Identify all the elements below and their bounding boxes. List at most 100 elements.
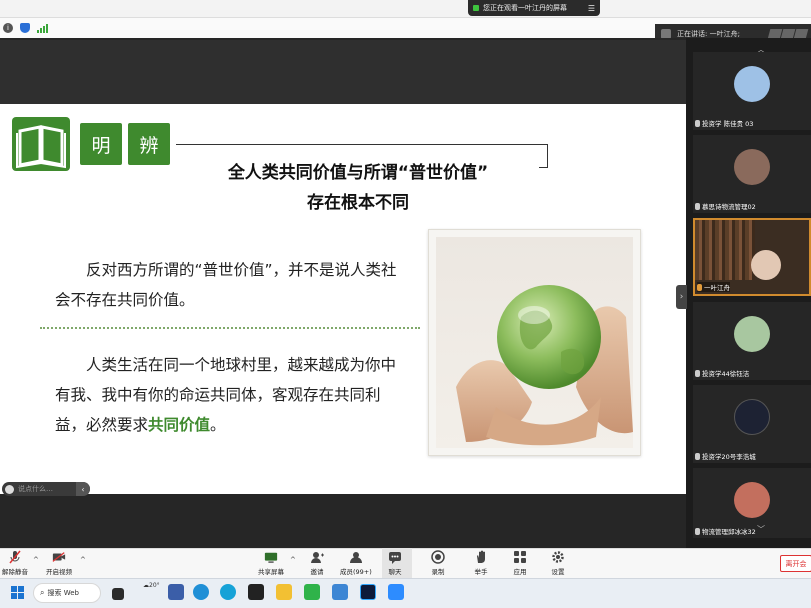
- participant-name: 投资学 陈佳贵 03: [702, 120, 754, 128]
- slide-top-band: [0, 40, 686, 104]
- share-screen-button[interactable]: 共享屏幕: [258, 550, 284, 576]
- slide-title-line1: 全人类共同价值与所谓“普世价值”: [227, 163, 489, 183]
- record-icon: [431, 550, 445, 564]
- chat-button[interactable]: 聊天: [388, 550, 402, 576]
- participant-tile[interactable]: 投资学 陈佳贵 03: [693, 52, 811, 130]
- collapse-arrow-icon[interactable]: ‹: [76, 482, 90, 496]
- raise-hand-button[interactable]: 举手: [474, 550, 488, 576]
- share-options-caret[interactable]: ^: [290, 556, 296, 564]
- tag-ming: 明: [80, 123, 122, 165]
- mic-muted-icon: [8, 550, 22, 564]
- taskbar-search[interactable]: ⌕ 搜索 Web: [33, 583, 101, 603]
- settings-label: 设置: [551, 568, 565, 576]
- invite-label: 邀请: [310, 568, 324, 576]
- record-label: 录制: [431, 568, 445, 576]
- participant-tile[interactable]: 慕思诗物流管理02: [693, 135, 811, 213]
- weather-widget[interactable]: ☁20°: [143, 582, 160, 589]
- video-label: 开启视频: [46, 568, 72, 576]
- store-icon[interactable]: [168, 584, 184, 600]
- slide-paragraph-1: 反对西方所谓的“普世价值”，并不是说人类社会不存在共同价值。: [55, 255, 405, 315]
- share-label: 共享屏幕: [258, 568, 284, 576]
- search-icon: ⌕: [40, 588, 45, 597]
- search-label: 搜索 Web: [47, 589, 79, 597]
- smile-icon[interactable]: [5, 484, 14, 494]
- mic-icon: [695, 452, 700, 460]
- mic-icon: [695, 202, 700, 210]
- apps-grid-icon: [513, 550, 527, 564]
- avatar: [734, 316, 770, 352]
- signal-icon[interactable]: [37, 23, 48, 33]
- media-app-icon[interactable]: [248, 584, 264, 600]
- browser-icon[interactable]: [220, 584, 236, 600]
- participant-tile[interactable]: 物流管理邱冰冰32: [693, 468, 811, 538]
- apps-button[interactable]: 应用: [513, 550, 527, 576]
- panel-collapse-button[interactable]: ›: [676, 285, 687, 309]
- members-icon: [349, 550, 363, 564]
- avatar: [734, 399, 770, 435]
- paragraph-1-text: 反对西方所谓的“普世价值”，并不是说人类社会不存在共同价值。: [55, 261, 397, 309]
- participant-tile-active[interactable]: 一叶江舟: [693, 218, 811, 296]
- mute-label: 解除静音: [2, 568, 28, 576]
- raise-hand-label: 举手: [474, 568, 488, 576]
- participant-name: 一叶江舟: [704, 284, 730, 292]
- video-off-icon: [52, 550, 66, 564]
- video-button[interactable]: 开启视频: [46, 550, 72, 576]
- title-bracket-vertical: [547, 144, 548, 168]
- mic-icon: [697, 283, 702, 291]
- scroll-down-icon[interactable]: ﹀: [757, 524, 765, 535]
- menu-icon[interactable]: ☰: [588, 4, 595, 13]
- invite-button[interactable]: 邀请: [310, 550, 324, 576]
- slide-paragraph-2: 人类生活在同一个地球村里，越来越成为你中有我、我中有你的命运共同体，客观存在共同…: [55, 350, 405, 440]
- members-button[interactable]: 成员(99+): [340, 550, 372, 576]
- record-button[interactable]: 录制: [431, 550, 445, 576]
- avatar: [734, 149, 770, 185]
- bookshelf-background: [695, 220, 755, 280]
- avatar: [751, 250, 781, 280]
- reaction-placeholder: 说点什么…: [18, 485, 53, 493]
- members-label: 成员(99+): [340, 568, 372, 576]
- mute-button[interactable]: 解除静音: [2, 550, 28, 576]
- weather-temp: 20°: [149, 582, 160, 589]
- tag-bian: 辨: [128, 123, 170, 165]
- folder-icon[interactable]: [276, 584, 292, 600]
- chat-label: 聊天: [388, 568, 402, 576]
- share-indicator-icon: [473, 5, 479, 11]
- screen-share-banner[interactable]: 您正在观看一叶江丹的屏幕 ☰: [468, 0, 600, 16]
- hands-globe-image: [436, 237, 633, 448]
- add-user-icon: [310, 550, 324, 564]
- paragraph-2-end: 。: [210, 416, 226, 434]
- wechat-icon[interactable]: [304, 584, 320, 600]
- mic-icon: [695, 119, 700, 127]
- viewing-text: 您正在观看一叶江丹的屏幕: [483, 4, 567, 12]
- windows-start-icon[interactable]: [11, 586, 24, 599]
- participant-name: 物流管理邱冰冰32: [702, 528, 756, 536]
- apps-label: 应用: [513, 568, 527, 576]
- top-system-strip: [0, 0, 811, 18]
- share-screen-icon: [264, 550, 278, 564]
- highlight-text: 共同价值: [148, 416, 211, 434]
- chat-icon: [388, 550, 402, 564]
- participant-name: 投资学44徐钰洁: [702, 370, 750, 378]
- participant-tile[interactable]: 投资学44徐钰洁: [693, 302, 811, 380]
- mic-icon: [695, 369, 700, 377]
- settings-button[interactable]: 设置: [551, 550, 565, 576]
- mute-options-caret[interactable]: ^: [33, 556, 39, 564]
- leave-button[interactable]: 离开会: [780, 555, 811, 572]
- avatar: [734, 66, 770, 102]
- shield-icon[interactable]: [20, 23, 30, 33]
- mic-icon: [695, 527, 700, 535]
- avatar: [734, 482, 770, 518]
- meeting-app-icon[interactable]: [388, 584, 404, 600]
- participant-tile[interactable]: 投资学20号李浩城: [693, 385, 811, 463]
- book-icon: [12, 117, 70, 171]
- task-view-icon[interactable]: [112, 588, 124, 600]
- paragraph-divider: [40, 327, 420, 329]
- participant-name: 慕思诗物流管理02: [702, 203, 756, 211]
- mail-icon[interactable]: [332, 584, 348, 600]
- info-icon[interactable]: i: [3, 23, 13, 33]
- reaction-input[interactable]: 说点什么… ‹: [2, 482, 90, 496]
- gear-icon: [551, 550, 565, 564]
- photoshop-icon[interactable]: [360, 584, 376, 600]
- video-options-caret[interactable]: ^: [80, 556, 86, 564]
- edge-icon[interactable]: [193, 584, 209, 600]
